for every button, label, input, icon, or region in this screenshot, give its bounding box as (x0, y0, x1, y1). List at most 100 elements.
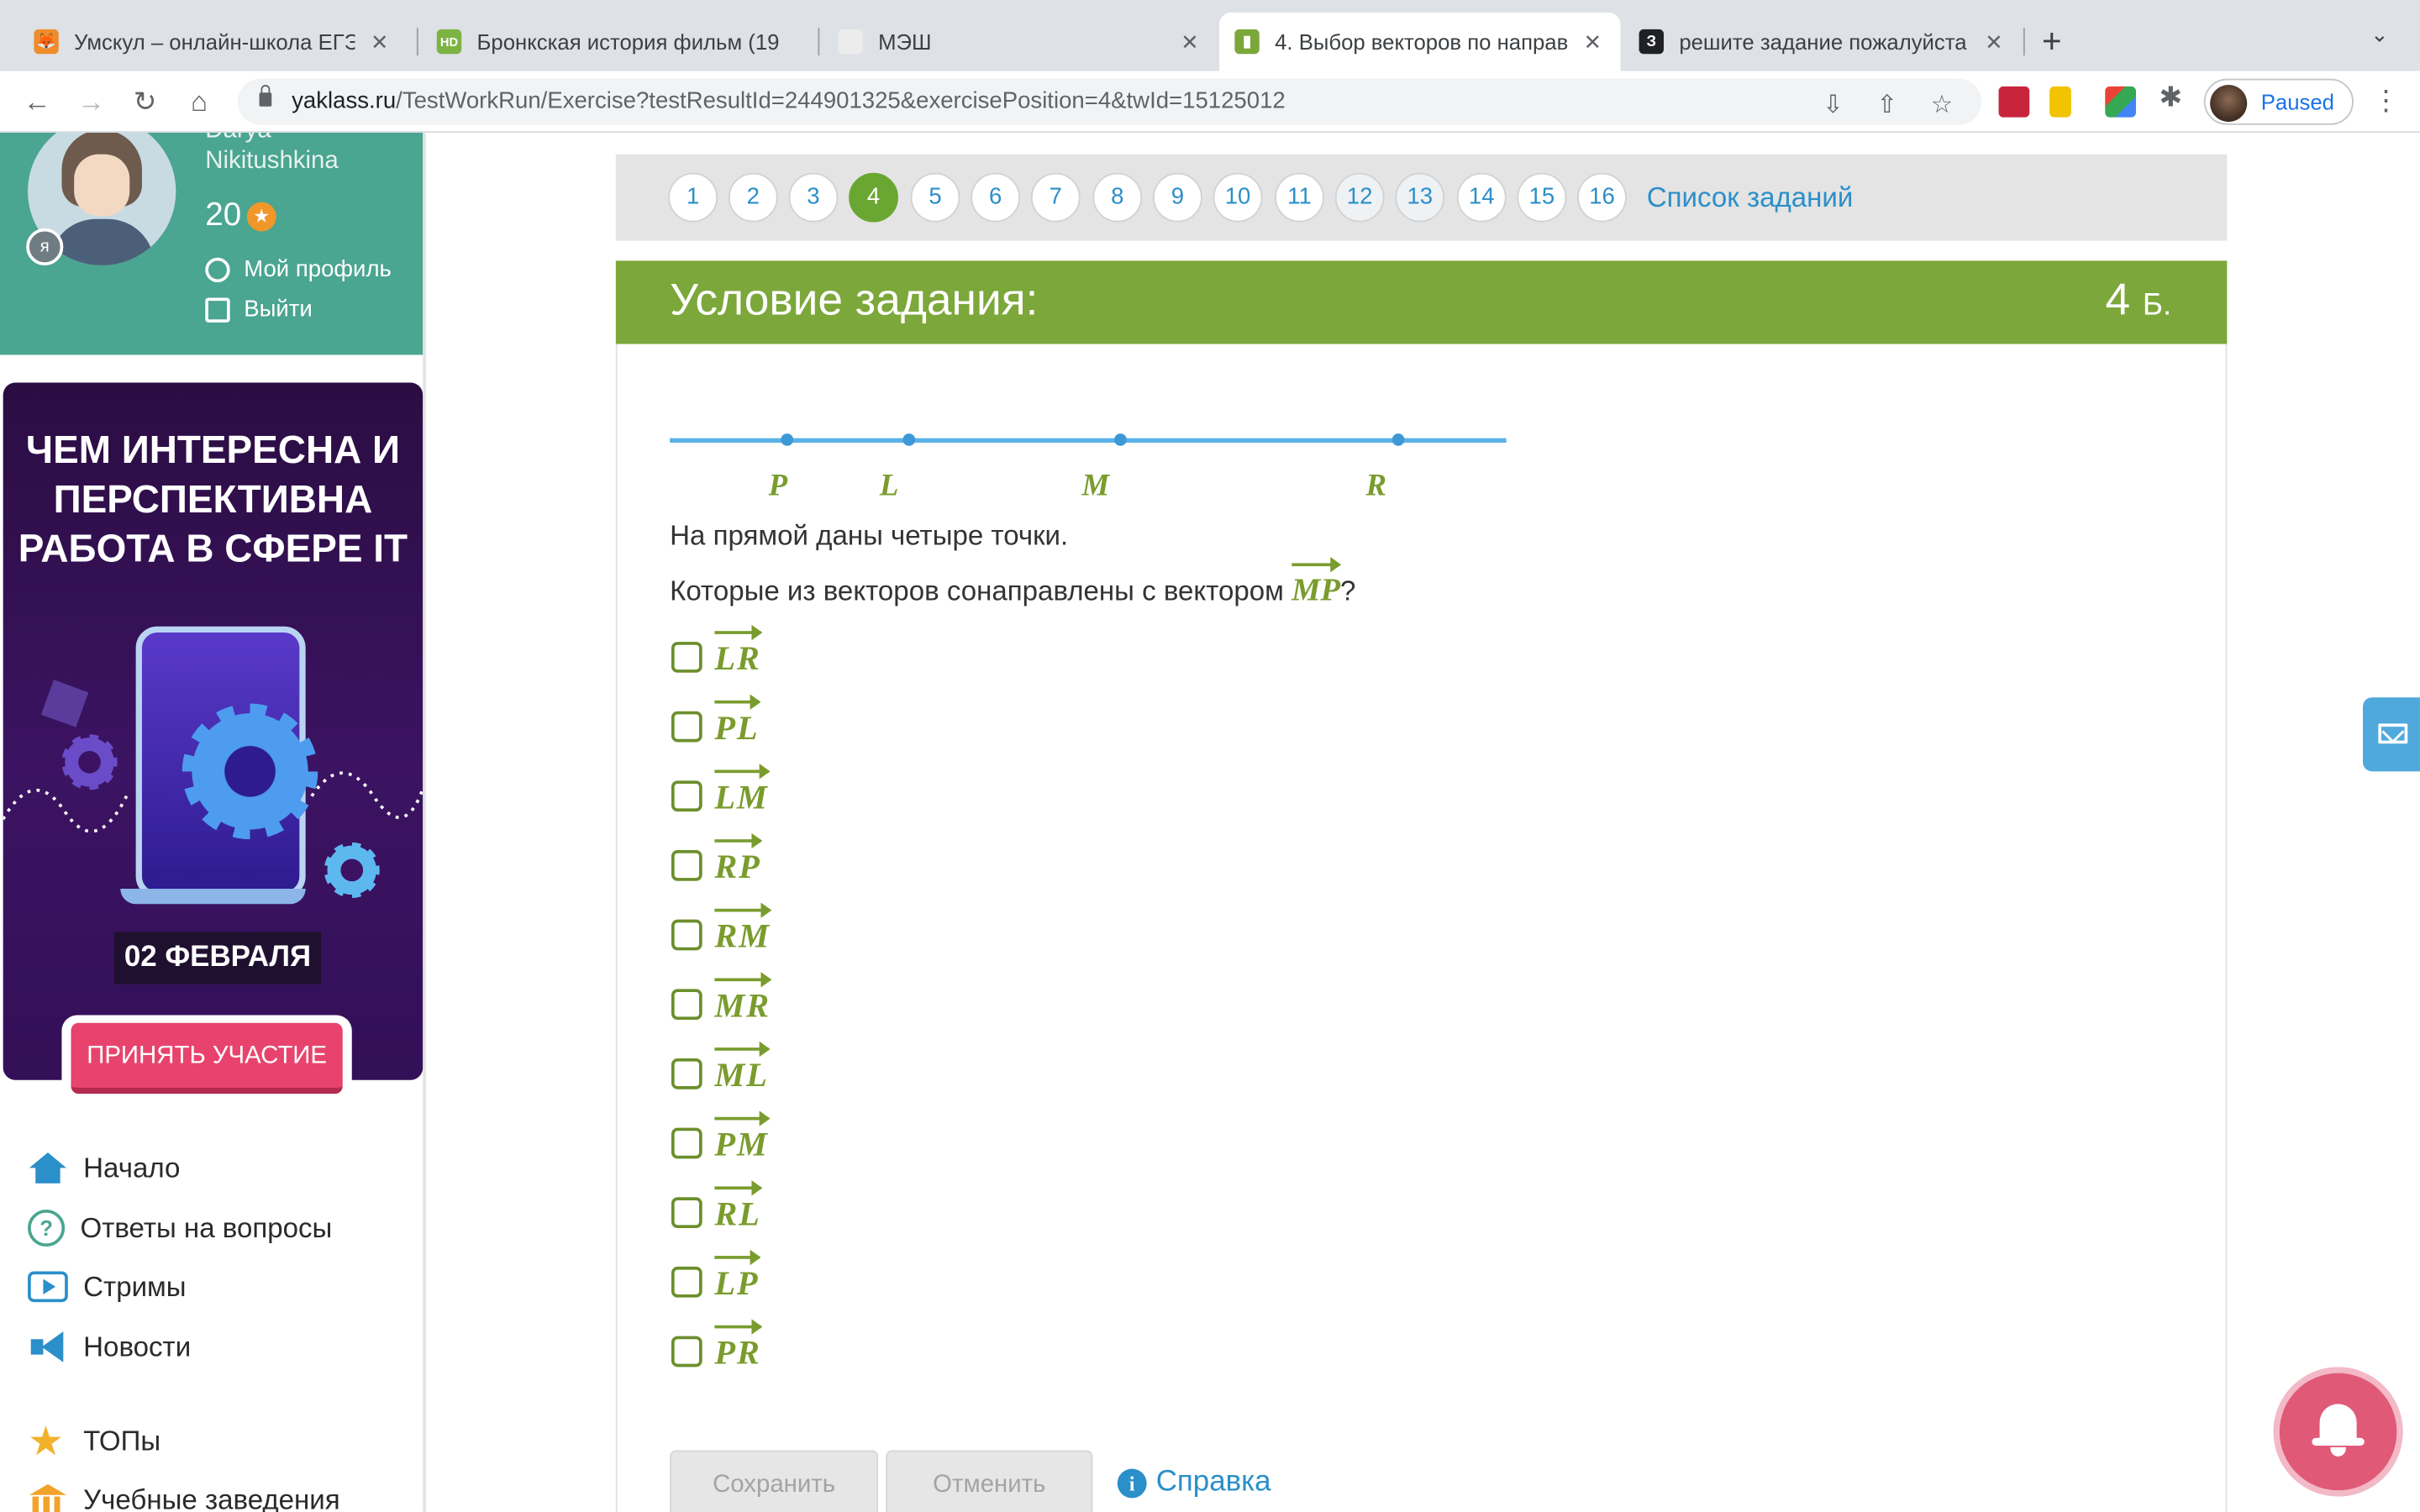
target-vector: MP (1292, 557, 1341, 610)
extensions-puzzle-icon[interactable]: ✱ (2160, 81, 2191, 113)
number-line (670, 438, 1507, 444)
znanija-favicon-icon: З (1639, 29, 1664, 55)
logout-link[interactable]: Выйти (205, 297, 313, 323)
help-link[interactable]: i Справка (1117, 1466, 1271, 1499)
answer-option[interactable]: LM (671, 764, 771, 819)
cancel-button[interactable]: Отменить (886, 1450, 1093, 1512)
question-9-button[interactable]: 9 (1153, 172, 1202, 223)
browser-toolbar: ← → ↻ ⌂ yaklass.ru/TestWorkRun/Exercise?… (0, 71, 2420, 133)
answer-option[interactable]: PM (671, 1110, 771, 1166)
checkbox[interactable] (671, 780, 702, 812)
question-12-button[interactable]: 12 (1334, 172, 1385, 223)
checkbox[interactable] (671, 1058, 702, 1089)
extension-yellow-icon[interactable] (2049, 86, 2071, 118)
bell-icon (2312, 1404, 2365, 1446)
question-8-button[interactable]: 8 (1092, 172, 1143, 223)
question-14-button[interactable]: 14 (1456, 172, 1507, 223)
answer-option[interactable]: MR (671, 972, 773, 1027)
answer-option[interactable]: LR (671, 624, 763, 680)
answer-option[interactable]: RM (671, 902, 773, 958)
gear-icon (324, 842, 380, 898)
sidebar-item-streams[interactable]: Стримы (28, 1267, 187, 1307)
sidebar-item-tops[interactable]: ★ ТОПы (28, 1421, 160, 1462)
browser-tab-active[interactable]: ▮ 4. Выбор векторов по направ ✕ (1218, 12, 1621, 71)
it-promo-banner[interactable]: Чем интересна и перспективна работа в сф… (3, 382, 424, 1080)
checkbox[interactable] (671, 711, 702, 743)
checkbox[interactable] (671, 1266, 702, 1298)
browser-tab[interactable]: 🦊 Умскул – онлайн-школа ЕГЭ и ✕ (18, 13, 408, 71)
sidebar-divider (423, 132, 426, 1512)
question-13-button[interactable]: 13 (1395, 172, 1445, 223)
answer-option[interactable]: PR (671, 1319, 763, 1374)
checkbox[interactable] (671, 1197, 702, 1229)
gear-icon (61, 734, 118, 790)
point-label: M (1081, 469, 1110, 503)
extension-cube-icon[interactable] (2105, 86, 2136, 118)
save-button[interactable]: Сохранить (670, 1450, 879, 1512)
profile-button[interactable]: Paused (2203, 78, 2354, 125)
question-3-button[interactable]: 3 (788, 172, 839, 223)
browser-menu-icon[interactable]: ⋮ (2372, 85, 2400, 118)
answer-option[interactable]: RP (671, 832, 763, 889)
checkbox[interactable] (671, 919, 702, 951)
browser-tab[interactable]: МЭШ ✕ (823, 13, 1218, 71)
hd-favicon-icon: HD (436, 29, 462, 55)
sidebar: я Darya Nikitushkina 20 ★ Мой профиль Вы… (0, 132, 424, 1512)
checkbox[interactable] (671, 850, 702, 881)
reload-icon[interactable]: ↻ (127, 83, 164, 120)
new-tab-icon[interactable]: + (2042, 22, 2062, 62)
megaphone-icon (28, 1328, 68, 1365)
forward-arrow-icon[interactable]: → (72, 83, 109, 120)
checkbox[interactable] (671, 1336, 702, 1368)
browser-tab[interactable]: З решите задание пожалуйста ✕ (1623, 13, 2022, 71)
answer-option[interactable]: RL (671, 1180, 763, 1236)
checkbox[interactable] (671, 1127, 702, 1159)
question-4-button-current[interactable]: 4 (849, 172, 898, 223)
sidebar-item-home[interactable]: Начало (28, 1148, 180, 1189)
question-2-button[interactable]: 2 (728, 172, 778, 223)
task-title: Условие задания: (670, 276, 1039, 326)
point-dot (902, 433, 916, 446)
share-icon[interactable]: ⇧ (1876, 90, 1897, 121)
url-text[interactable]: yaklass.ru/TestWorkRun/Exercise?testResu… (292, 88, 1286, 114)
answer-option[interactable]: PL (671, 694, 761, 750)
close-tab-icon[interactable]: ✕ (1981, 29, 2006, 55)
question-6-button[interactable]: 6 (971, 172, 1021, 223)
sidebar-item-answers[interactable]: ? Ответы на вопросы (28, 1208, 332, 1248)
address-bar[interactable]: yaklass.ru/TestWorkRun/Exercise?testResu… (237, 78, 1982, 125)
notifications-button[interactable] (2279, 1373, 2397, 1491)
sidebar-item-news[interactable]: Новости (28, 1327, 191, 1368)
join-button[interactable]: ПРИНЯТЬ УЧАСТИЕ (71, 1022, 343, 1095)
back-arrow-icon[interactable]: ← (18, 83, 55, 120)
question-1-button[interactable]: 1 (668, 172, 718, 223)
close-tab-icon[interactable]: ✕ (1177, 29, 1202, 55)
browser-tab[interactable]: HD Бронкская история фильм (19 (421, 13, 816, 71)
info-icon: i (1117, 1467, 1147, 1498)
question-5-button[interactable]: 5 (910, 172, 960, 223)
home-icon[interactable]: ⌂ (181, 83, 218, 120)
sidebar-item-institutions[interactable]: Учебные заведения (28, 1479, 340, 1512)
question-icon: ? (28, 1209, 66, 1247)
question-15-button[interactable]: 15 (1517, 172, 1567, 223)
question-7-button[interactable]: 7 (1030, 172, 1081, 223)
checkbox[interactable] (671, 989, 702, 1021)
close-tab-icon[interactable]: ✕ (367, 29, 392, 55)
tab-search-chevron-icon[interactable]: ⌄ (2370, 22, 2389, 48)
question-text-line1: На прямой даны четыре точки. (670, 519, 1069, 551)
install-app-icon[interactable]: ⇩ (1823, 90, 1844, 121)
feedback-tab[interactable] (2362, 697, 2420, 772)
answer-option[interactable]: ML (671, 1041, 771, 1097)
bookmark-star-icon[interactable]: ☆ (1931, 90, 1953, 121)
checkbox[interactable] (671, 642, 702, 673)
page-favicon-icon (838, 29, 863, 55)
answer-option[interactable]: LP (671, 1249, 761, 1305)
close-tab-icon[interactable]: ✕ (1581, 29, 1605, 55)
point-label: P (768, 469, 788, 503)
my-profile-link[interactable]: Мой профиль (205, 256, 392, 282)
question-10-button[interactable]: 10 (1213, 172, 1263, 223)
question-16-button[interactable]: 16 (1577, 172, 1627, 223)
task-list-link[interactable]: Список заданий (1647, 182, 1854, 215)
extension-grid-icon[interactable] (1998, 86, 2030, 118)
question-11-button[interactable]: 11 (1275, 172, 1324, 223)
logout-icon (205, 297, 230, 322)
